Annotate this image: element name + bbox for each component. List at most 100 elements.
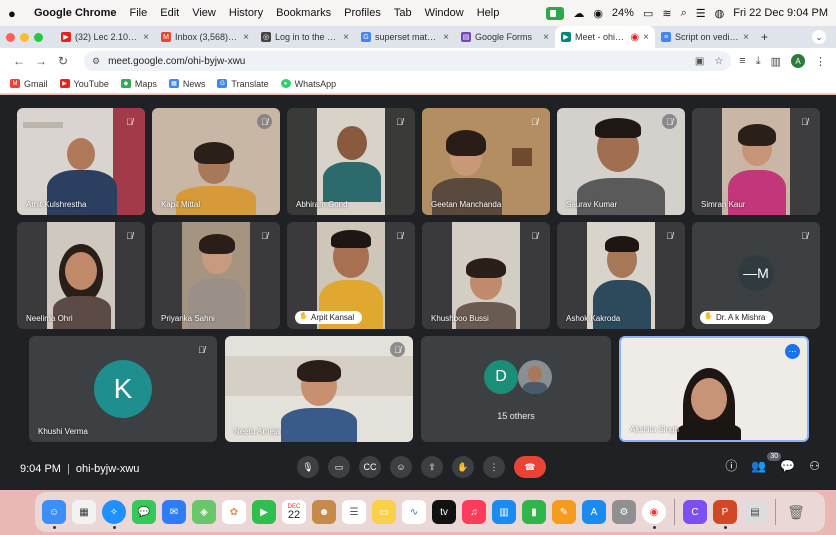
system-settings-icon[interactable]: ⚙ (612, 500, 636, 524)
participant-tile[interactable]: K 🎙̸ Khushi Verma (29, 336, 217, 442)
contacts-icon[interactable]: ☻ (312, 500, 336, 524)
screenshot-preview-icon[interactable]: ▤ (743, 500, 767, 524)
close-tab-icon[interactable]: × (143, 32, 149, 43)
close-tab-icon[interactable]: × (443, 32, 449, 43)
menu-history[interactable]: History (229, 7, 263, 19)
apple-menu-icon[interactable]: ● (8, 6, 22, 21)
others-tile[interactable]: D 15 others (421, 336, 611, 442)
participant-tile[interactable]: 🎙̸ Kapil Mittal (152, 108, 280, 215)
tab-gmail-inbox[interactable]: M Inbox (3,568) - hv × (155, 26, 255, 48)
participant-tile[interactable]: 🎙̸ Saurav Kumar (557, 108, 685, 215)
bookmark-translate[interactable]: G Translate (217, 79, 269, 89)
menu-bookmarks[interactable]: Bookmarks (276, 7, 331, 19)
bookmark-star-icon[interactable]: ☆ (714, 56, 723, 67)
cloud-icon[interactable]: ☁ (573, 7, 584, 20)
participant-tile[interactable]: 🎙̸ Neelima Ohri (17, 222, 145, 329)
tab-google-meet[interactable]: ▶ Meet - ohi-byj ◉ × (555, 26, 655, 48)
participant-tile[interactable]: 🎙̸ Geetan Manchanda (422, 108, 550, 215)
people-icon[interactable]: 👥 30 (751, 451, 782, 473)
microphone-icon[interactable]: 🎙 (297, 456, 319, 478)
music-icon[interactable]: ♫ (462, 500, 486, 524)
menu-profiles[interactable]: Profiles (344, 7, 381, 19)
close-tab-icon[interactable]: × (243, 32, 249, 43)
control-center-icon[interactable]: ☰ (696, 7, 706, 20)
bookmark-maps[interactable]: ◆ Maps (120, 79, 157, 89)
tab-google-forms[interactable]: ▤ Google Forms × (455, 26, 555, 48)
info-icon[interactable]: ⓘ (725, 457, 737, 474)
calendar-icon[interactable]: DEC 22 (282, 500, 306, 524)
app-store-icon[interactable]: A (582, 500, 606, 524)
address-bar[interactable]: ⚙ meet.google.com/ohi-byjw-xwu ▣ ☆ (84, 51, 732, 71)
apple-tv-icon[interactable]: tv (432, 500, 456, 524)
tab-script-doc[interactable]: ≡ Script on vedic m × (655, 26, 755, 48)
participant-tile[interactable]: 🎙̸ Simran Kaur (692, 108, 820, 215)
chat-icon[interactable]: 💬 (780, 459, 795, 473)
present-screen-icon[interactable]: ⇧ (421, 456, 443, 478)
more-options-icon[interactable]: ⋯ (785, 344, 800, 359)
tab-google-search[interactable]: G superset math - G × (355, 26, 455, 48)
new-tab-button[interactable]: + (761, 30, 768, 44)
emoji-reaction-icon[interactable]: ☺ (390, 456, 412, 478)
tab-portal-login[interactable]: ◎ Log in to the port × (255, 26, 355, 48)
menu-window[interactable]: Window (425, 7, 464, 19)
participant-tile[interactable]: 🎙̸ Khushboo Bussi (422, 222, 550, 329)
reload-icon[interactable]: ↻ (54, 54, 72, 68)
meeting-code[interactable]: ohi-byjw-xwu (76, 463, 140, 475)
record-icon[interactable]: ◉ (593, 7, 603, 20)
close-tab-icon[interactable]: × (643, 32, 649, 43)
participant-tile[interactable]: 🎙̸ Neetu Arneja (225, 336, 413, 442)
menu-view[interactable]: View (192, 7, 216, 19)
participant-tile[interactable]: 🎙̸ Priyanka Sahni (152, 222, 280, 329)
freeform-icon[interactable]: ∿ (402, 500, 426, 524)
participant-tile[interactable]: —M 🎙̸ Dr. A k Mishra (692, 222, 820, 329)
reading-list-icon[interactable]: ≡ (739, 55, 745, 67)
bookmark-youtube[interactable]: ▶ YouTube (59, 79, 109, 89)
spotlight-icon[interactable]: ⌕ (681, 7, 687, 20)
camera-icon[interactable]: ▭ (328, 456, 350, 478)
tab-search-chevron-icon[interactable]: ⌄ (812, 30, 826, 44)
powerpoint-icon[interactable]: P (713, 500, 737, 529)
maps-icon[interactable]: ◈ (192, 500, 216, 524)
camera-permission-icon[interactable]: ▣ (695, 56, 704, 67)
back-arrow-icon[interactable]: ← (10, 54, 28, 68)
keynote-icon[interactable]: ▥ (492, 500, 516, 524)
clock[interactable]: Fri 22 Dec 9:04 PM (733, 7, 828, 19)
bookmark-gmail[interactable]: M Gmail (10, 79, 48, 89)
profile-avatar[interactable]: A (791, 54, 805, 68)
siri-icon[interactable]: ◍ (715, 7, 725, 20)
close-tab-icon[interactable]: × (543, 32, 549, 43)
battery-percent[interactable]: 24% (612, 7, 634, 19)
safari-icon[interactable]: ✧ (102, 500, 126, 529)
notes-icon[interactable]: ▭ (372, 500, 396, 524)
menu-tab[interactable]: Tab (394, 7, 412, 19)
chrome-icon[interactable]: ◉ (642, 500, 666, 529)
activities-icon[interactable]: ⚇ (809, 459, 820, 473)
pages-icon[interactable]: ✎ (552, 500, 576, 524)
camera-in-use-icon[interactable] (546, 6, 565, 20)
participant-tile[interactable]: 🎙̸ Amit Kulshrestha (17, 108, 145, 215)
bookmark-news[interactable]: ▦ News (168, 79, 205, 89)
close-tab-icon[interactable]: × (743, 32, 749, 43)
participant-tile-self[interactable]: ⋯ Akshita Singh (619, 336, 809, 442)
numbers-icon[interactable]: ▮ (522, 500, 546, 524)
wifi-icon[interactable]: ≋ (662, 7, 671, 20)
captions-icon[interactable]: CC (359, 456, 381, 478)
more-options-icon[interactable]: ⋮ (483, 456, 505, 478)
leave-call-button[interactable]: ☎ (514, 456, 546, 478)
tab-youtube-lecture[interactable]: ▶ (32) Lec 2.10: The × (55, 26, 155, 48)
participant-tile[interactable]: 🎙̸ Arpit Kansal (287, 222, 415, 329)
participant-tile[interactable]: 🎙̸ Abhiram Gond (287, 108, 415, 215)
zoom-window-button[interactable] (34, 32, 43, 42)
reminders-icon[interactable]: ☰ (342, 500, 366, 524)
minimize-window-button[interactable] (20, 32, 29, 42)
site-settings-icon[interactable]: ⚙ (92, 56, 100, 67)
close-window-button[interactable] (6, 32, 15, 42)
bookmark-whatsapp[interactable]: ● WhatsApp (280, 79, 336, 89)
photos-icon[interactable]: ✿ (222, 500, 246, 524)
close-tab-icon[interactable]: × (343, 32, 349, 43)
finder-icon[interactable]: ☺ (42, 500, 66, 529)
menu-help[interactable]: Help (477, 7, 500, 19)
app-menu[interactable]: Google Chrome (34, 7, 117, 19)
raise-hand-icon[interactable]: ✋ (452, 456, 474, 478)
url-text[interactable]: meet.google.com/ohi-byjw-xwu (108, 56, 245, 67)
